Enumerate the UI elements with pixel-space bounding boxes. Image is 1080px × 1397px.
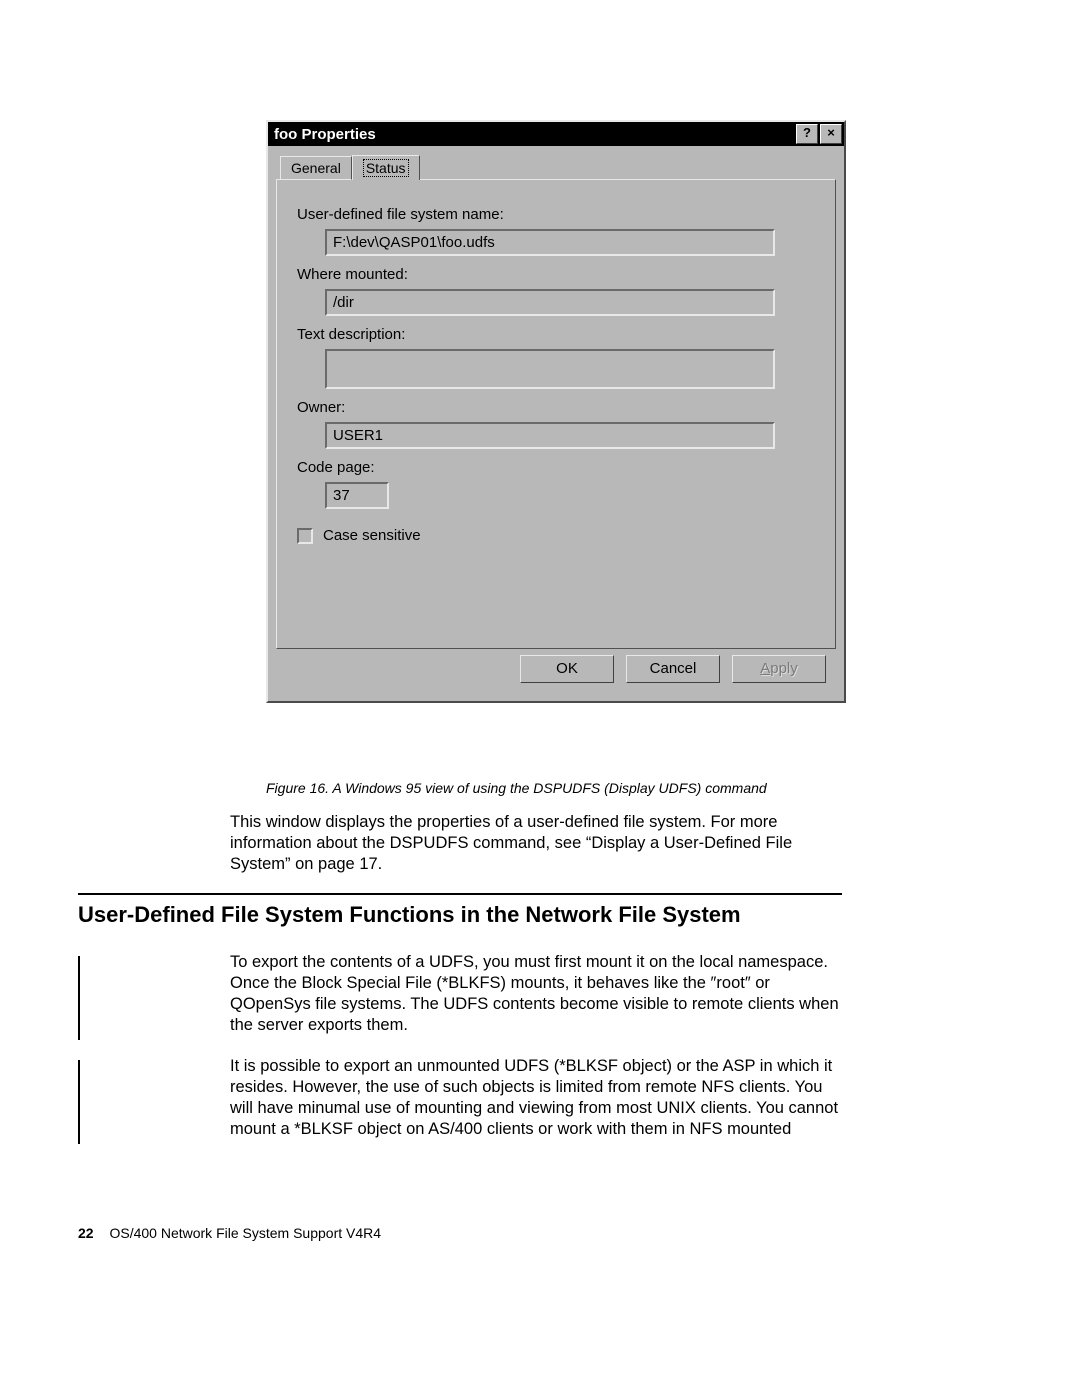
tab-general[interactable]: General [280,156,352,180]
label-code-page: Code page: [297,459,815,476]
paragraph-2: To export the contents of a UDFS, you mu… [230,952,840,1036]
field-where-mounted: /dir [325,289,775,316]
field-code-page: 37 [325,482,389,509]
figure-caption: Figure 16. A Windows 95 view of using th… [266,780,767,796]
label-owner: Owner: [297,399,815,416]
tab-general-label: General [291,160,341,176]
ok-button[interactable]: OK [520,655,614,683]
label-text-desc: Text description: [297,326,815,343]
footer-title: OS/400 Network File System Support V4R4 [109,1225,381,1241]
section-heading: User-Defined File System Functions in th… [78,902,741,928]
label-where-mounted: Where mounted: [297,266,815,283]
properties-dialog: foo Properties ? × General Status User-d… [266,120,846,703]
dialog-client: General Status User-defined file system … [268,146,844,701]
window-title: foo Properties [274,126,794,143]
change-bar-2 [78,1060,80,1144]
page-footer: 22 OS/400 Network File System Support V4… [78,1225,381,1241]
case-sensitive-row: Case sensitive [297,527,815,544]
tabstrip: General Status [280,154,836,179]
paragraph-1: This window displays the properties of a… [230,812,840,875]
change-bar-1 [78,956,80,1040]
page: foo Properties ? × General Status User-d… [0,0,1080,1397]
titlebar[interactable]: foo Properties ? × [268,122,844,146]
status-panel: User-defined file system name: F:\dev\QA… [276,179,836,649]
case-sensitive-checkbox[interactable] [297,528,313,544]
label-case-sensitive: Case sensitive [323,527,421,544]
tab-status-label: Status [363,159,409,177]
cancel-button[interactable]: Cancel [626,655,720,683]
button-row: OK Cancel Apply [276,649,836,693]
field-owner: USER1 [325,422,775,449]
field-text-desc [325,349,775,389]
label-udfs-name: User-defined file system name: [297,206,815,223]
close-button[interactable]: × [820,124,842,144]
help-button[interactable]: ? [796,124,818,144]
paragraph-3: It is possible to export an unmounted UD… [230,1056,840,1140]
apply-button: Apply [732,655,826,683]
field-udfs-name: F:\dev\QASP01\foo.udfs [325,229,775,256]
section-rule [78,893,842,895]
tab-status[interactable]: Status [352,155,420,180]
page-number: 22 [78,1225,94,1241]
